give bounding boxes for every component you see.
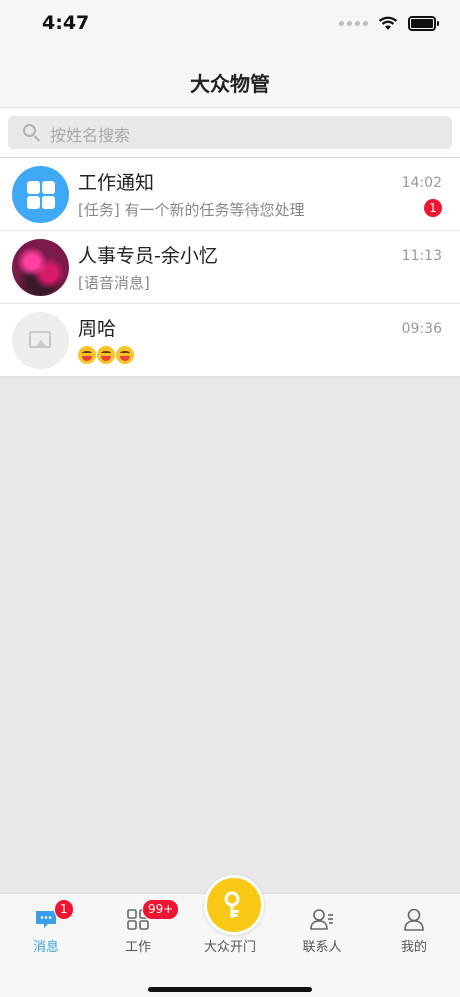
tab-badge: 1	[54, 899, 74, 920]
avatar	[12, 312, 69, 369]
grid-app-icon	[27, 181, 55, 209]
conversation-name: 工作通知	[78, 172, 155, 194]
conversation-name: 人事专员-余小忆	[78, 245, 218, 267]
conversation-name: 周哈	[78, 318, 117, 340]
unread-badge: 1	[424, 199, 442, 217]
laughing-emoji-icon	[116, 346, 134, 364]
search-input[interactable]: 按姓名搜索	[8, 116, 452, 149]
status-indicators	[339, 16, 439, 31]
tab-label: 我的	[400, 940, 427, 955]
conversation-item-zhouha[interactable]: 周哈 09:36	[0, 304, 460, 377]
conversation-preview: [语音消息]	[78, 274, 150, 292]
battery-icon	[408, 16, 439, 31]
conversation-list: 工作通知 14:02 [任务] 有一个新的任务等待您处理 1 人事专员-余小忆 …	[0, 157, 460, 377]
signal-icon	[339, 21, 368, 26]
open-door-button[interactable]	[204, 875, 264, 935]
tab-messages[interactable]: 1 消息	[0, 894, 92, 964]
conversation-item-work-notice[interactable]: 工作通知 14:02 [任务] 有一个新的任务等待您处理 1	[0, 158, 460, 231]
tab-bar: 1 消息 99+ 工作 大众开门 联系人 我的	[0, 875, 460, 997]
user-icon	[404, 908, 424, 931]
search-icon	[23, 124, 36, 137]
status-time: 4:47	[42, 12, 90, 34]
avatar	[12, 239, 69, 296]
search-placeholder: 按姓名搜索	[50, 126, 131, 145]
conversation-item-hr[interactable]: 人事专员-余小忆 11:13 [语音消息]	[0, 231, 460, 304]
tab-me[interactable]: 我的	[368, 894, 460, 964]
status-bar: 4:47	[0, 0, 460, 50]
laughing-emoji-icon	[97, 346, 115, 364]
tab-badge: 99+	[142, 899, 180, 920]
tab-contacts[interactable]: 联系人	[276, 894, 368, 964]
tab-work[interactable]: 99+ 工作	[92, 894, 184, 964]
wifi-icon	[378, 16, 398, 30]
tab-label: 消息	[32, 940, 59, 955]
conversation-time: 09:36	[401, 321, 442, 337]
key-icon	[224, 891, 240, 918]
conversation-time: 11:13	[401, 248, 442, 264]
conversation-preview-emojis	[78, 346, 134, 364]
conversation-preview: [任务] 有一个新的任务等待您处理	[78, 201, 305, 219]
tab-label: 联系人	[302, 940, 342, 955]
laughing-emoji-icon	[78, 346, 96, 364]
home-indicator	[148, 987, 312, 992]
search-area: 按姓名搜索	[0, 108, 460, 157]
page-title: 大众物管	[190, 72, 270, 96]
tab-label: 工作	[124, 940, 151, 955]
image-placeholder-icon	[29, 331, 51, 348]
conversation-time: 14:02	[401, 175, 442, 191]
navigation-bar: 大众物管	[0, 50, 460, 108]
contacts-icon	[310, 909, 333, 930]
tab-label: 大众开门	[203, 940, 256, 955]
tab-open-door[interactable]: 大众开门	[184, 875, 276, 964]
work-notice-avatar	[12, 166, 69, 223]
